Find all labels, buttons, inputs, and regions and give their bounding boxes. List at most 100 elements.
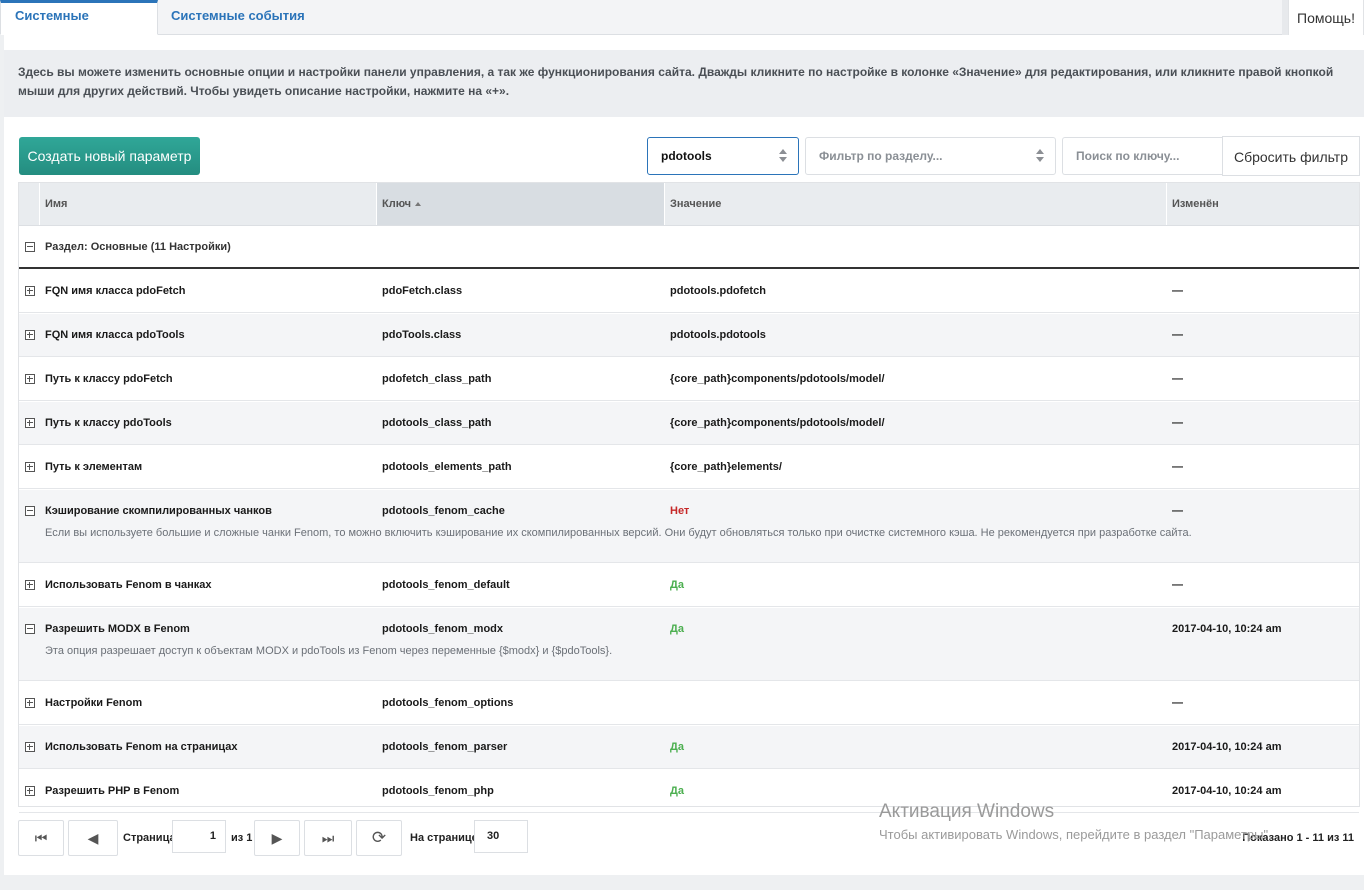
setting-name: Настройки Fenom — [45, 697, 143, 709]
tab-system-events[interactable]: Системные события — [158, 0, 321, 35]
setting-name: Путь к классу pdoFetch — [45, 373, 173, 385]
table-row[interactable]: FQN имя класса pdoTools pdoTools.class pdo… — [19, 314, 1359, 357]
page-number-input[interactable]: 1 — [172, 820, 226, 853]
last-page-icon: ⏭ — [321, 830, 335, 846]
setting-value[interactable]: pdotools.pdotools — [670, 314, 766, 357]
setting-key: pdoTools.class — [382, 329, 462, 341]
setting-name: FQN имя класса pdoFetch — [45, 285, 186, 297]
sort-ascending-icon — [415, 202, 422, 207]
watermark-text: Чтобы активировать Windows, перейдите в … — [879, 827, 1272, 842]
grid-header: Имя Ключ Значение Изменён — [19, 183, 1359, 226]
page-description: Здесь вы можете изменить основные опции … — [4, 50, 1364, 117]
column-header-value[interactable]: Значение — [670, 183, 721, 225]
group-label: Раздел: Основные (11 Настройки) — [45, 241, 231, 253]
expand-icon[interactable] — [25, 374, 35, 384]
setting-value[interactable]: Да — [670, 770, 684, 813]
setting-key: pdotools_elements_path — [382, 461, 512, 473]
setting-modified: — — [1172, 697, 1183, 709]
setting-value[interactable]: Да — [670, 564, 684, 607]
area-filter-placeholder: Фильтр по разделу... — [819, 149, 943, 163]
expand-icon[interactable] — [25, 418, 35, 428]
expand-icon[interactable] — [25, 742, 35, 752]
setting-name: Путь к элементам — [45, 461, 143, 473]
search-key-input[interactable]: Поиск по ключу... — [1062, 137, 1224, 175]
setting-value[interactable]: {core_path}components/pdotools/model/ — [670, 402, 885, 445]
first-page-icon: ⏮ — [34, 830, 48, 846]
setting-modified: — — [1172, 373, 1183, 385]
table-row[interactable]: Путь к классу pdoTools pdotools_class_pat… — [19, 402, 1359, 445]
per-page-label: На странице: — [410, 832, 482, 844]
last-page-button[interactable]: ⏭ — [304, 820, 352, 856]
refresh-icon: ⟳ — [371, 828, 387, 847]
setting-modified: 2017-04-10, 10:24 am — [1172, 741, 1282, 753]
setting-key: pdofetch_class_path — [382, 373, 492, 385]
next-page-button[interactable]: ▶ — [254, 820, 300, 856]
table-row[interactable]: Путь к элементам pdotools_elements_path {c… — [19, 446, 1359, 489]
expand-icon[interactable] — [25, 580, 35, 590]
namespace-filter-select[interactable]: pdotools — [647, 137, 799, 175]
settings-panel: Здесь вы можете изменить основные опции … — [4, 35, 1364, 875]
setting-value[interactable]: {core_path}elements/ — [670, 446, 782, 489]
prev-page-icon: ◀ — [87, 830, 99, 846]
setting-value[interactable]: {core_path}components/pdotools/model/ — [670, 358, 885, 401]
help-button[interactable]: Помощь! — [1288, 0, 1364, 36]
select-arrows-icon — [1036, 149, 1044, 163]
page-label: Страница — [123, 832, 176, 844]
setting-key: pdoFetch.class — [382, 285, 463, 297]
windows-activation-watermark: Активация Windows Чтобы активировать Win… — [879, 799, 1272, 845]
collapse-icon[interactable] — [25, 624, 35, 634]
setting-modified: — — [1172, 417, 1183, 429]
setting-modified: — — [1172, 579, 1183, 591]
group-row-main[interactable]: Раздел: Основные (11 Настройки) — [19, 226, 1359, 269]
prev-page-button[interactable]: ◀ — [68, 820, 118, 856]
table-row[interactable]: Путь к классу pdoFetch pdofetch_class_pat… — [19, 358, 1359, 401]
setting-key: pdotools_fenom_parser — [382, 741, 508, 753]
first-page-button[interactable]: ⏮ — [18, 820, 64, 856]
collapse-icon[interactable] — [25, 242, 35, 252]
setting-value[interactable]: Да — [670, 726, 684, 769]
setting-key: pdotools_fenom_default — [382, 579, 510, 591]
table-row[interactable]: Кэширование скомпилированных чанков pdoto… — [19, 490, 1359, 563]
setting-description: Эта опция разрешает доступ к объектам MO… — [45, 645, 613, 657]
collapse-icon[interactable] — [25, 506, 35, 516]
column-header-key-label: Ключ — [382, 198, 412, 210]
expand-icon[interactable] — [25, 786, 35, 796]
expand-icon[interactable] — [25, 462, 35, 472]
setting-modified: 2017-04-10, 10:24 am — [1172, 623, 1282, 635]
setting-key: pdotools_class_path — [382, 417, 492, 429]
reset-filter-button[interactable]: Сбросить фильтр — [1222, 136, 1360, 176]
table-row[interactable]: Настройки Fenom pdotools_fenom_options — — [19, 682, 1359, 725]
create-setting-button[interactable]: Создать новый параметр — [19, 137, 200, 175]
select-arrows-icon — [779, 149, 787, 163]
setting-modified: — — [1172, 329, 1183, 341]
column-header-modified[interactable]: Изменён — [1172, 183, 1219, 225]
setting-description: Если вы используете большие и сложные ча… — [45, 527, 1192, 539]
setting-name: Использовать Fenom в чанках — [45, 579, 212, 591]
per-page-input[interactable]: 30 — [474, 820, 528, 853]
table-row[interactable]: Использовать Fenom на страницах pdotools_… — [19, 726, 1359, 769]
column-header-key[interactable]: Ключ — [377, 183, 664, 225]
table-row[interactable]: FQN имя класса pdoFetch pdoFetch.class pdo… — [19, 270, 1359, 313]
table-row[interactable]: Разрешить MODX в Fenom pdotools_fenom_mod… — [19, 608, 1359, 681]
watermark-title: Активация Windows — [879, 801, 1055, 822]
setting-key: pdotools_fenom_options — [382, 697, 514, 709]
setting-key: pdotools_fenom_php — [382, 785, 494, 797]
setting-name: Путь к классу pdoTools — [45, 417, 172, 429]
setting-value[interactable]: pdotools.pdofetch — [670, 270, 766, 313]
setting-name: Использовать Fenom на страницах — [45, 741, 238, 753]
page-of-label: из 1 — [231, 832, 253, 844]
area-filter-select[interactable]: Фильтр по разделу... — [805, 137, 1056, 175]
setting-modified: — — [1172, 461, 1183, 473]
column-header-name[interactable]: Имя — [45, 183, 67, 225]
tab-system-settings[interactable]: Системные настройки — [0, 0, 158, 49]
refresh-button[interactable]: ⟳ — [356, 820, 402, 856]
expand-icon[interactable] — [25, 286, 35, 296]
expand-icon[interactable] — [25, 698, 35, 708]
settings-grid: Имя Ключ Значение Изменён Раздел: Основн… — [18, 182, 1360, 813]
setting-name: Разрешить PHP в Fenom — [45, 785, 180, 797]
setting-value[interactable]: Да — [670, 608, 684, 651]
table-row[interactable]: Использовать Fenom в чанках pdotools_feno… — [19, 564, 1359, 607]
expand-icon[interactable] — [25, 330, 35, 340]
namespace-filter-value: pdotools — [661, 149, 712, 163]
next-page-icon: ▶ — [271, 830, 283, 846]
